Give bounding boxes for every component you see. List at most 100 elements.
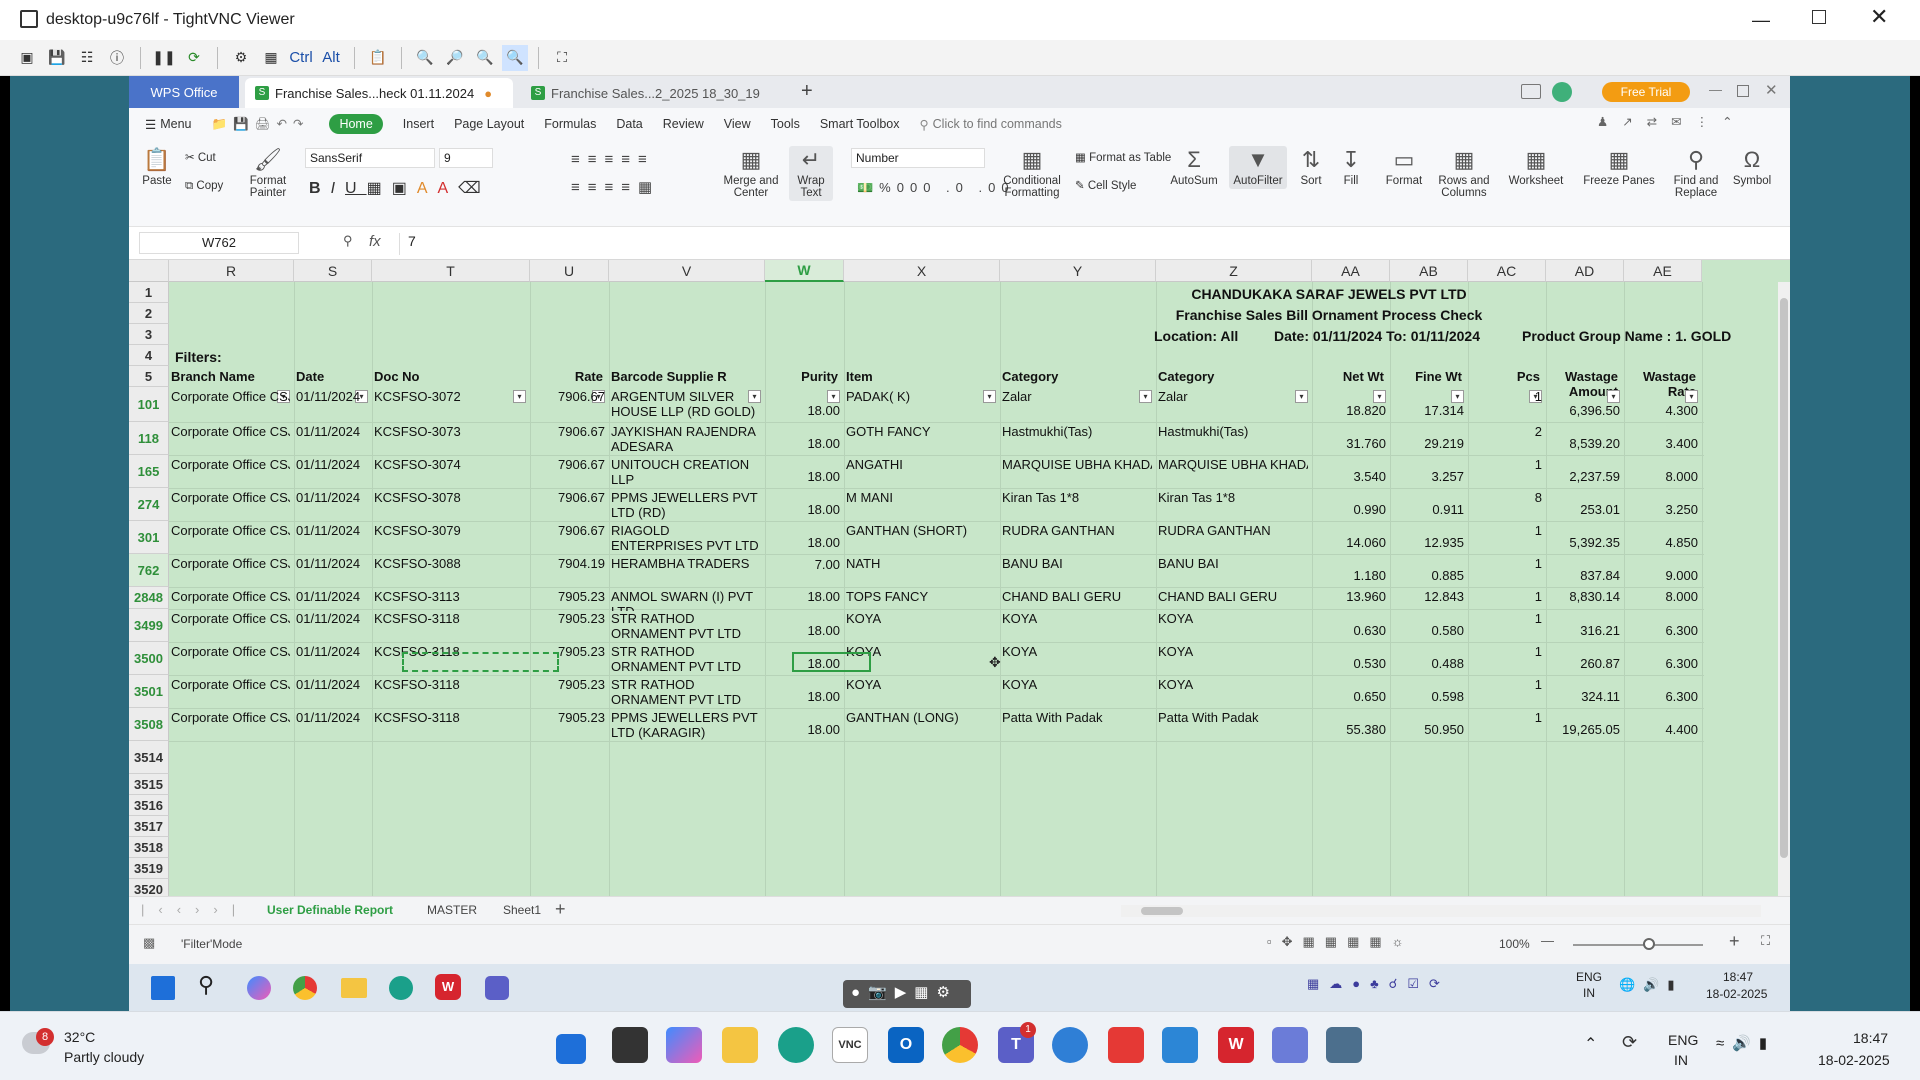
cell-style-button[interactable]: ✎ Cell Style — [1075, 178, 1136, 192]
zoom-in-icon[interactable]: 🔍 — [412, 45, 438, 71]
cell-wamt[interactable]: 316.21 — [1548, 623, 1620, 638]
zoom-level[interactable]: 100% — [1499, 937, 1530, 951]
tab-data[interactable]: Data — [616, 117, 642, 131]
row-header[interactable]: 118 — [129, 422, 169, 455]
cell-branch[interactable]: Corporate Office CSJ — [171, 677, 290, 692]
cell-net[interactable]: 0.990 — [1314, 502, 1386, 517]
cell-rate[interactable]: 7904.19 — [532, 556, 605, 571]
cell-wamt[interactable]: 253.01 — [1548, 502, 1620, 517]
cell-net[interactable]: 0.630 — [1314, 623, 1386, 638]
cell-item[interactable]: GOTH FANCY — [846, 424, 996, 439]
cell-rate[interactable]: 7906.67 — [532, 523, 605, 538]
minimize-icon[interactable]: — — [1752, 10, 1770, 31]
cell-supplier[interactable]: STR RATHOD ORNAMENT PVT LTD — [611, 677, 761, 710]
tab-page-layout[interactable]: Page Layout — [454, 117, 524, 131]
cell-date[interactable]: 01/11/2024 — [296, 677, 368, 692]
cell-fine[interactable]: 50.950 — [1392, 722, 1464, 737]
cell-cat1[interactable]: KOYA — [1002, 677, 1152, 692]
cell-wrate[interactable]: 6.300 — [1626, 689, 1698, 704]
clipboard-icon[interactable]: 📋 — [365, 45, 391, 71]
outlook-icon[interactable]: O — [888, 1027, 924, 1063]
column-header-ab[interactable]: AB — [1390, 260, 1468, 282]
select-all-corner[interactable] — [129, 260, 169, 282]
cell-cat1[interactable]: RUDRA GANTHAN — [1002, 523, 1152, 538]
filter-dropdown-icon[interactable]: ▾ — [1607, 390, 1620, 403]
alt-key-button[interactable]: Alt — [318, 45, 344, 71]
view-mode-icons[interactable]: ▫✥▦▦▦▦☼ — [1267, 934, 1414, 950]
font-size-select[interactable]: 9 — [439, 148, 493, 168]
column-header-x[interactable]: X — [844, 260, 1000, 282]
cell-cat1[interactable]: MARQUISE UBHA KHADA — [1002, 457, 1152, 472]
cell-wrate[interactable]: 8.000 — [1626, 589, 1698, 604]
horizontal-scroll-thumb[interactable] — [1141, 907, 1183, 915]
new-tab-icon[interactable]: + — [801, 80, 813, 103]
hamburger-menu-icon[interactable]: ☰ — [145, 117, 156, 132]
alignment-buttons[interactable]: ≡≡≡≡≡ ≡≡≡≡▦ — [571, 146, 660, 202]
cell-pcs[interactable]: 1 — [1470, 644, 1542, 659]
cell-cat2[interactable]: Hastmukhi(Tas) — [1158, 424, 1308, 439]
cell-branch[interactable]: Corporate Office CSJ — [171, 589, 290, 604]
cell-doc[interactable]: KCSFSO-3118 — [374, 710, 526, 725]
find-replace-button[interactable]: ⚲ Find and Replace — [1669, 148, 1723, 200]
cell-supplier[interactable]: JAYKISHAN RAJENDRA ADESARA — [611, 424, 761, 457]
font-name-select[interactable]: SansSerif — [305, 148, 435, 168]
row-header[interactable]: 165 — [129, 455, 169, 488]
cell-wrate[interactable]: 6.300 — [1626, 656, 1698, 671]
freeze-panes-button[interactable]: ▦ Freeze Panes — [1577, 148, 1661, 188]
copy-button[interactable]: ⧉ Copy — [185, 180, 223, 193]
cell-rate[interactable]: 7906.67 — [532, 490, 605, 505]
row-header[interactable]: 2848 — [129, 587, 169, 609]
vertical-scrollbar[interactable] — [1778, 282, 1790, 896]
cell-date[interactable]: 01/11/2024 — [296, 523, 368, 538]
paste-button[interactable]: 📋 Paste — [139, 148, 175, 188]
cell-cat1[interactable]: Kiran Tas 1*8 — [1002, 490, 1152, 505]
cell-date[interactable]: 01/11/2024 — [296, 556, 368, 571]
cell-pcs[interactable]: 1 — [1470, 677, 1542, 692]
cell-branch[interactable]: Corporate Office CSJ — [171, 490, 290, 505]
cut-button[interactable]: ✂ Cut — [185, 150, 216, 164]
column-header-ac[interactable]: AC — [1468, 260, 1546, 282]
row-header[interactable]: 3514 — [129, 741, 169, 774]
cell-net[interactable]: 0.650 — [1314, 689, 1386, 704]
cell-wrate[interactable]: 8.000 — [1626, 469, 1698, 484]
task-view-icon[interactable] — [612, 1027, 648, 1063]
cell-supplier[interactable]: ANMOL SWARN (I) PVT LTD — [611, 589, 761, 611]
cell-item[interactable]: PADAK( K) — [846, 389, 996, 404]
cell-date[interactable]: 01/11/2024 — [296, 389, 368, 404]
zoom-slider-thumb[interactable] — [1643, 938, 1655, 950]
cell-wamt[interactable]: 324.11 — [1548, 689, 1620, 704]
zoom-fit-icon[interactable]: 🔍 — [502, 44, 528, 71]
cell-branch[interactable]: Corporate Office CSJ — [171, 457, 290, 472]
cell-cat1[interactable]: KOYA — [1002, 611, 1152, 626]
name-box[interactable]: W762 — [139, 232, 299, 254]
column-header-s[interactable]: S — [294, 260, 372, 282]
cell-wrate[interactable]: 6.300 — [1626, 623, 1698, 638]
cell-item[interactable]: GANTHAN (SHORT) — [846, 523, 996, 538]
remote-tray-sys-icons[interactable]: 🌐🔊▮ — [1619, 977, 1683, 993]
cell-cat2[interactable]: CHAND BALI GERU — [1158, 589, 1308, 604]
sheet-tab-user-definable-report[interactable]: User Definable Report — [267, 903, 393, 917]
options-icon[interactable]: ☷ — [74, 45, 100, 71]
cell-branch[interactable]: Corporate Office CSJ — [171, 710, 290, 725]
cell-wrate[interactable]: 3.250 — [1626, 502, 1698, 517]
search-icon[interactable]: ⚲ — [198, 972, 214, 998]
cell-pcs[interactable]: 2 — [1470, 424, 1542, 439]
cell-pcs[interactable]: 1 — [1470, 611, 1542, 626]
cell-cat1[interactable]: KOYA — [1002, 644, 1152, 659]
cell-cat2[interactable]: Kiran Tas 1*8 — [1158, 490, 1308, 505]
vnc-screenshot-toolbar[interactable]: ●📷▶▦⚙ — [843, 980, 971, 1008]
cell-cat2[interactable]: Zalar — [1158, 389, 1308, 404]
horizontal-scrollbar[interactable] — [1121, 905, 1761, 917]
tightvnc-icon[interactable]: VNC — [832, 1027, 868, 1063]
format-as-table-button[interactable]: ▦ Format as Table — [1075, 150, 1171, 164]
cell-doc[interactable]: KCSFSO-3073 — [374, 424, 526, 439]
tab-tools[interactable]: Tools — [771, 117, 800, 131]
tab-smart-toolbox[interactable]: Smart Toolbox — [820, 117, 900, 131]
sheet-tab-sheet1[interactable]: Sheet1 — [503, 903, 541, 917]
cell-fine[interactable]: 0.580 — [1392, 623, 1464, 638]
zoom-in-icon[interactable]: + — [1729, 931, 1740, 952]
cell-item[interactable]: ANGATHI — [846, 457, 996, 472]
cell-net[interactable]: 13.960 — [1314, 589, 1386, 604]
cell-item[interactable]: TOPS FANCY — [846, 589, 996, 604]
cell-doc[interactable]: KCSFSO-3088 — [374, 556, 526, 571]
